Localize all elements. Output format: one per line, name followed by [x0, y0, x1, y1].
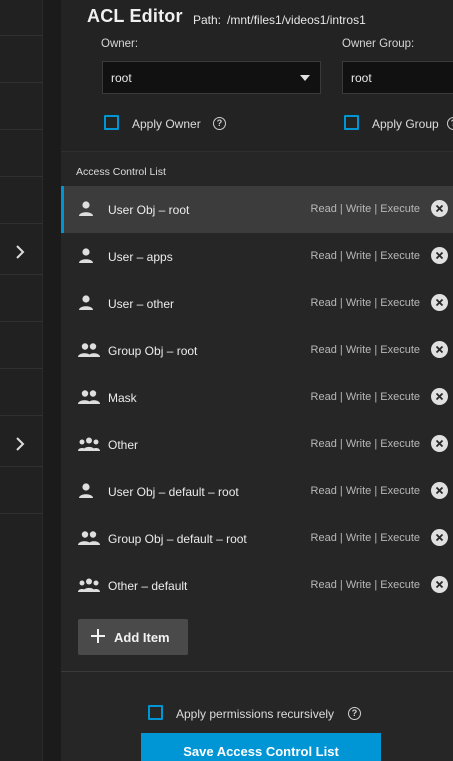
side-navigation — [0, 0, 43, 761]
acl-item-name: Group Obj – default – root — [108, 532, 247, 546]
owner-select-value: root — [111, 71, 132, 85]
nav-row[interactable] — [0, 177, 43, 224]
acl-item-name: User Obj – default – root — [108, 485, 239, 499]
acl-item[interactable]: User – apps Read | Write | Execute — [61, 233, 453, 280]
owner-select[interactable]: root — [102, 61, 321, 94]
acl-item-name: User – other — [108, 297, 175, 311]
remove-icon[interactable] — [431, 482, 448, 499]
path-value: /mnt/files1/videos1/intros1 — [227, 13, 366, 27]
remove-icon[interactable] — [431, 529, 448, 546]
user-icon — [78, 248, 100, 264]
user-icon — [78, 295, 100, 311]
help-icon[interactable]: ? — [447, 117, 453, 130]
divider — [61, 671, 453, 672]
remove-icon[interactable] — [431, 247, 448, 264]
group-icon — [78, 389, 100, 405]
acl-item-permissions: Read | Write | Execute — [310, 391, 420, 403]
acl-item-permissions: Read | Write | Execute — [310, 532, 420, 544]
group-icon — [78, 530, 100, 546]
save-acl-label: Save Access Control List — [183, 744, 339, 759]
add-item-label: Add Item — [114, 630, 170, 645]
acl-item-name: Mask — [108, 391, 137, 405]
acl-item[interactable]: Group Obj – default – root Read | Write … — [61, 515, 453, 562]
acl-item-permissions: Read | Write | Execute — [310, 203, 420, 215]
chevron-right-icon — [13, 245, 27, 259]
apply-group-checkbox[interactable] — [344, 115, 359, 130]
acl-item-name: User Obj – root — [108, 203, 190, 217]
nav-row-expandable[interactable] — [0, 420, 43, 467]
nav-row[interactable] — [0, 0, 43, 36]
nav-row[interactable] — [0, 275, 43, 322]
remove-icon[interactable] — [431, 576, 448, 593]
owner-group-select-value: root — [351, 71, 372, 85]
acl-item[interactable]: Other Read | Write | Execute — [61, 421, 453, 468]
owner-settings-card: ACL Editor Path: /mnt/files1/videos1/intr… — [61, 0, 453, 152]
everyone-icon — [78, 577, 100, 593]
nav-row-expandable[interactable] — [0, 228, 43, 275]
path-prefix: Path: — [193, 13, 222, 27]
nav-row[interactable] — [0, 130, 43, 177]
acl-item[interactable]: Mask Read | Write | Execute — [61, 374, 453, 421]
page-title: ACL Editor — [87, 6, 183, 26]
nav-row[interactable] — [0, 322, 43, 369]
owner-group-label: Owner Group: — [342, 38, 415, 50]
acl-item[interactable]: User – other Read | Write | Execute — [61, 280, 453, 327]
apply-recursively-label: Apply permissions recursively — [176, 707, 335, 721]
acl-heading: Access Control List — [76, 166, 166, 178]
save-acl-button[interactable]: Save Access Control List — [141, 733, 381, 761]
remove-icon[interactable] — [431, 388, 448, 405]
acl-item-permissions: Read | Write | Execute — [310, 344, 420, 356]
acl-item-name: Group Obj – root — [108, 344, 198, 358]
everyone-icon — [78, 436, 100, 452]
acl-item-permissions: Read | Write | Execute — [310, 250, 420, 262]
group-icon — [78, 342, 100, 358]
help-icon[interactable]: ? — [213, 117, 226, 130]
nav-row[interactable] — [0, 36, 43, 83]
apply-group-label: Apply Group — [372, 117, 439, 131]
apply-owner-checkbox[interactable] — [104, 115, 119, 130]
acl-item-name: Other – default — [108, 579, 188, 593]
apply-recursively-checkbox[interactable] — [148, 705, 163, 720]
nav-row[interactable] — [0, 83, 43, 130]
plus-icon — [91, 629, 105, 643]
nav-row[interactable] — [0, 467, 43, 514]
path-label: Path: /mnt/files1/videos1/intros1 — [193, 13, 366, 27]
acl-item[interactable]: Other – default Read | Write | Execute — [61, 562, 453, 609]
nav-row[interactable] — [0, 369, 43, 416]
remove-icon[interactable] — [431, 341, 448, 358]
dropdown-arrow-icon — [300, 75, 310, 81]
acl-item[interactable]: User Obj – root Read | Write | Execute — [61, 186, 453, 233]
add-item-button[interactable]: Add Item — [78, 619, 188, 655]
chevron-right-icon — [13, 437, 27, 451]
acl-item-name: User – apps — [108, 250, 173, 264]
remove-icon[interactable] — [431, 435, 448, 452]
apply-owner-label: Apply Owner — [132, 117, 201, 131]
acl-item-permissions: Read | Write | Execute — [310, 579, 420, 591]
help-icon[interactable]: ? — [348, 707, 361, 720]
acl-item-name: Other — [108, 438, 139, 452]
remove-icon[interactable] — [431, 200, 448, 217]
acl-item-permissions: Read | Write | Execute — [310, 297, 420, 309]
owner-label: Owner: — [101, 38, 139, 50]
user-icon — [78, 483, 100, 499]
acl-editor-panel: ACL Editor Path: /mnt/files1/videos1/intr… — [61, 0, 453, 761]
owner-group-select[interactable]: root — [342, 61, 453, 94]
acl-item[interactable]: Group Obj – root Read | Write | Execute — [61, 327, 453, 374]
acl-item-permissions: Read | Write | Execute — [310, 438, 420, 450]
user-icon — [78, 201, 100, 217]
remove-icon[interactable] — [431, 294, 448, 311]
acl-item[interactable]: User Obj – default – root Read | Write |… — [61, 468, 453, 515]
acl-item-permissions: Read | Write | Execute — [310, 485, 420, 497]
